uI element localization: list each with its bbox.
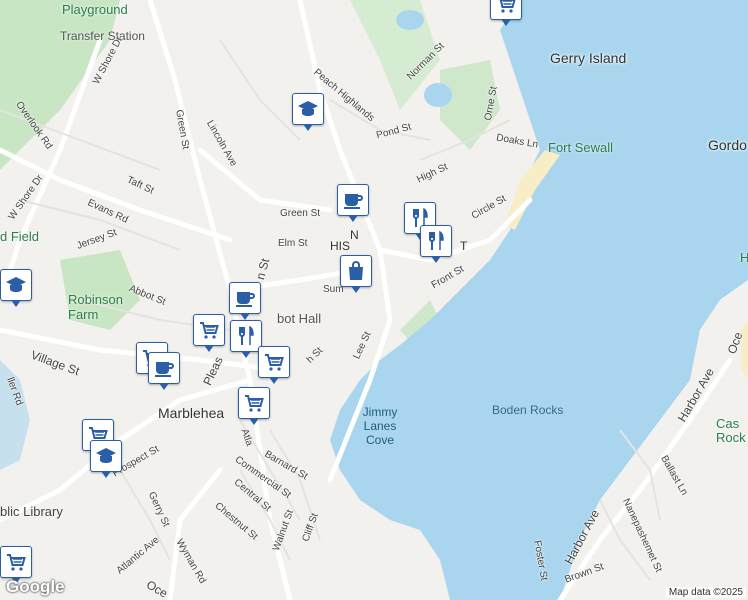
- map-attribution[interactable]: Map data ©2025: [665, 587, 746, 598]
- marblehead-label: Marblehea: [158, 405, 225, 421]
- shopping-bag-icon: [344, 259, 368, 283]
- cart-pin[interactable]: [258, 346, 290, 384]
- school-pin[interactable]: [292, 93, 324, 131]
- boden-rocks-label: Boden Rocks: [492, 403, 564, 417]
- coffee-pin[interactable]: [148, 352, 180, 390]
- cart-icon: [242, 391, 266, 415]
- cart-pin[interactable]: [0, 546, 32, 584]
- elm-st-label: Elm St: [278, 238, 308, 249]
- coffee-icon: [233, 286, 257, 310]
- historic-label: HIS: [330, 239, 351, 253]
- field-label: d Field: [0, 229, 40, 244]
- castle-rock-label: Cas Rock: [716, 416, 746, 445]
- school-icon: [296, 97, 320, 121]
- cart-pin[interactable]: [193, 314, 225, 352]
- coffee-pin[interactable]: [229, 282, 261, 320]
- transfer-station-label: Transfer Station: [60, 29, 145, 43]
- robinson-farm-label: Robinson Farm: [68, 292, 123, 322]
- school-pin[interactable]: [0, 269, 32, 307]
- public-library-label: blic Library: [0, 504, 63, 519]
- gordo-label: Gordo: [708, 137, 747, 153]
- coffee-icon: [341, 188, 365, 212]
- restaurant-icon: [424, 229, 448, 253]
- playground-label: Playground: [62, 2, 128, 17]
- historic-t-label: T: [460, 239, 468, 253]
- map-canvas[interactable]: Playground Transfer Station Gerry Island…: [0, 0, 748, 600]
- shopping-bag-pin[interactable]: [340, 255, 372, 293]
- abbot-hall-label: bot Hall: [277, 311, 322, 326]
- n-letter-label: N: [350, 228, 359, 242]
- cart-pin[interactable]: [238, 387, 270, 425]
- h-edge-label: H: [740, 250, 748, 265]
- fort-sewall-label: Fort Sewall: [548, 140, 614, 155]
- school-icon: [4, 273, 28, 297]
- cart-pin[interactable]: [490, 0, 522, 26]
- gerry-island-label: Gerry Island: [550, 50, 627, 66]
- cart-icon: [494, 0, 518, 16]
- green-st-label: Green St: [280, 208, 321, 219]
- cart-icon: [4, 550, 28, 574]
- google-logo: Google: [6, 577, 65, 596]
- cart-icon: [262, 350, 286, 374]
- school-icon: [94, 444, 118, 468]
- jimmy-lanes-cove-label: Jimmy Lanes Cove: [362, 405, 398, 447]
- restaurant-icon: [234, 324, 258, 348]
- school-pin[interactable]: [90, 440, 122, 478]
- coffee-icon: [152, 356, 176, 380]
- restaurant-pin[interactable]: [420, 225, 452, 263]
- coffee-pin[interactable]: [337, 184, 369, 222]
- cart-icon: [197, 318, 221, 342]
